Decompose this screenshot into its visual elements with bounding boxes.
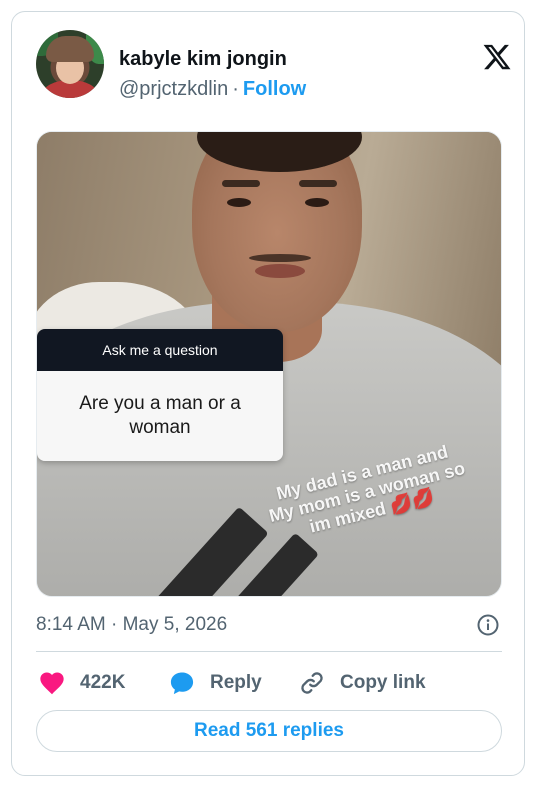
like-count: 422K: [80, 672, 126, 693]
author-handle-row: @prjctzkdlin · Follow: [119, 78, 306, 101]
photo-eyebrow-left: [222, 180, 260, 187]
avatar-hair: [46, 36, 94, 62]
divider: [36, 651, 502, 652]
photo-mustache: [249, 254, 311, 262]
author-name[interactable]: kabyle kim jongin: [119, 48, 287, 71]
reply-label: Reply: [210, 672, 262, 693]
tweet-card: kabyle kim jongin @prjctzkdlin · Follow As…: [11, 11, 525, 776]
timestamp-separator: ·: [111, 614, 118, 635]
link-icon: [298, 669, 326, 697]
read-replies-button[interactable]: Read 561 replies: [36, 710, 502, 752]
question-sticker-header: Ask me a question: [37, 329, 283, 371]
follow-button[interactable]: Follow: [243, 78, 306, 100]
question-sticker: Ask me a question Are you a man or a wom…: [37, 329, 283, 461]
author-handle[interactable]: @prjctzkdlin: [119, 78, 228, 100]
heart-icon: [38, 669, 66, 697]
tweet-actions: 422K Reply Copy link: [36, 666, 502, 700]
photo-eye-left: [227, 198, 251, 207]
tweet-date: May 5, 2026: [122, 614, 228, 635]
copy-link-button[interactable]: Copy link: [298, 666, 426, 700]
handle-separator: ·: [232, 78, 239, 100]
reply-bubble-icon: [168, 669, 196, 697]
question-sticker-text: Are you a man or a woman: [37, 371, 283, 461]
photo-eyebrow-right: [299, 180, 337, 187]
tweet-timestamp[interactable]: 8:14 AM · May 5, 2026: [36, 614, 227, 636]
tweet-media-image[interactable]: Ask me a question Are you a man or a wom…: [36, 131, 502, 597]
photo-eye-right: [305, 198, 329, 207]
x-logo-icon[interactable]: [482, 42, 512, 72]
photo-mouth: [255, 264, 305, 278]
tweet-time: 8:14 AM: [36, 614, 106, 635]
avatar[interactable]: [36, 30, 104, 98]
info-icon[interactable]: [476, 613, 500, 637]
reply-button[interactable]: Reply: [168, 666, 262, 700]
copy-link-label: Copy link: [340, 672, 426, 693]
like-button[interactable]: 422K: [38, 666, 125, 700]
